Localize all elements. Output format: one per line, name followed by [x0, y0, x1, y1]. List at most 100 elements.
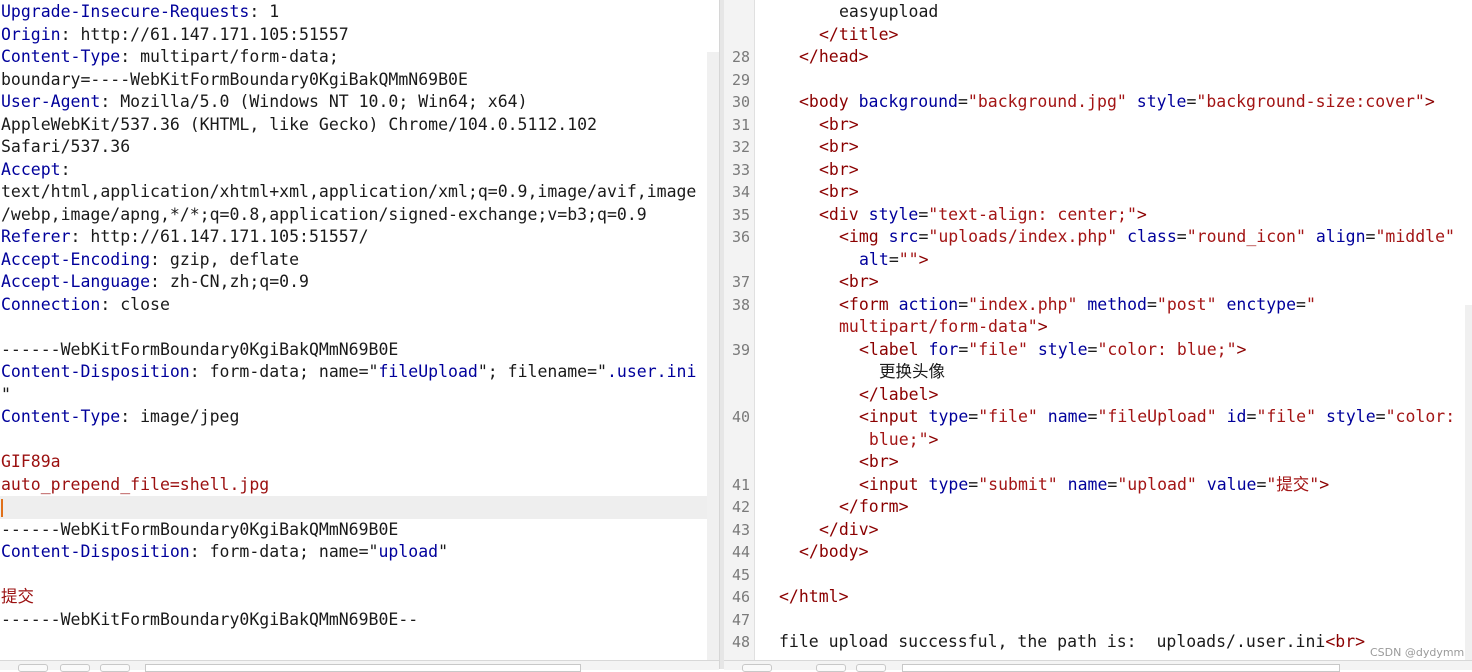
code-token: <br> [1325, 632, 1366, 651]
code-token: "middle" [1375, 227, 1455, 246]
code-token: : form-data; name=" [189, 542, 379, 561]
line-number: 34 [731, 183, 750, 201]
request-line: Connection: close [0, 294, 170, 317]
request-line: ------WebKitFormBoundary0KgiBakQMmN69B0E… [0, 609, 418, 632]
response-line: alt=""> [859, 249, 929, 272]
response-line: <br> [839, 271, 879, 294]
code-token: : multipart/form-data; [120, 47, 339, 66]
request-line: ------WebKitFormBoundary0KgiBakQMmN69B0E [0, 339, 398, 362]
code-token: > [1319, 474, 1330, 494]
request-line: User-Agent: Mozilla/5.0 (Windows NT 10.0… [0, 91, 528, 114]
code-token: Accept [1, 159, 61, 179]
code-token: : 1 [249, 2, 280, 21]
code-token: "color: blue;" [1097, 339, 1237, 359]
code-token: = [1146, 294, 1157, 314]
code-token: for [928, 339, 959, 359]
code-token: value [1206, 474, 1257, 494]
code-token: easyupload [839, 2, 939, 21]
response-line: </title> [819, 24, 898, 47]
response-line: <br> [859, 451, 899, 474]
code-token: name [1047, 407, 1088, 426]
code-token: = [968, 407, 979, 426]
code-token: Accept-Language [1, 272, 151, 291]
response-next-button[interactable] [856, 664, 886, 672]
request-line: ------WebKitFormBoundary0KgiBakQMmN69B0E [0, 519, 398, 542]
response-scrollbar[interactable] [1465, 305, 1472, 660]
request-line: Content-Type: image/jpeg [0, 406, 239, 429]
response-search-input[interactable] [902, 664, 1340, 672]
line-number: 38 [731, 295, 750, 314]
response-prev-button[interactable] [816, 664, 846, 672]
code-token: "file" [1256, 407, 1317, 426]
code-token: Safari/537.36 [1, 137, 131, 156]
line-number: 48 [731, 633, 750, 651]
code-token: 更换头像 [879, 362, 945, 381]
request-line: AppleWebKit/537.36 (KHTML, like Gecko) C… [0, 114, 597, 137]
code-token: = [1296, 294, 1306, 314]
code-token: Content-Type [1, 407, 121, 426]
code-token: </html> [779, 587, 849, 606]
code-token: = [1375, 407, 1386, 426]
response-line: </form> [839, 496, 909, 519]
code-token: "text-align: center;" [928, 204, 1137, 224]
line-number: 35 [731, 205, 750, 224]
code-token: "post" [1156, 294, 1217, 314]
code-token: </form> [839, 497, 909, 516]
line-number: 29 [731, 70, 750, 89]
request-settings-button[interactable] [18, 664, 48, 672]
line-number: 37 [731, 273, 750, 291]
code-token: file upload successful, the path is: upl… [779, 632, 1326, 651]
code-token: = [1365, 227, 1376, 246]
code-token: AppleWebKit/537.36 (KHTML, like Gecko) C… [1, 114, 598, 134]
code-token: : image/jpeg [120, 407, 240, 426]
code-token: "upload" [1117, 474, 1197, 494]
response-line: <div style="text-align: center;"> [819, 204, 1147, 227]
code-token: " [1305, 294, 1316, 314]
code-token: alt [859, 249, 889, 269]
code-token: <br> [819, 182, 859, 201]
code-token: id [1226, 407, 1247, 426]
response-line: <br> [819, 114, 859, 137]
code-token: type [928, 407, 969, 426]
code-token: multipart/form-data" [839, 317, 1038, 336]
code-token: = [958, 294, 969, 314]
code-token: type [928, 474, 969, 494]
request-line: Accept-Language: zh-CN,zh;q=0.9 [0, 271, 309, 294]
code-token: > [1037, 317, 1048, 336]
response-line: <img src="uploads/index.php" class="roun… [839, 226, 1455, 249]
code-token: src [888, 227, 919, 246]
request-line: Safari/537.36 [0, 136, 130, 159]
request-scrollbar[interactable] [707, 52, 719, 662]
code-token: class [1127, 227, 1177, 246]
request-line: 提交 [0, 586, 34, 609]
code-token: enctype [1226, 294, 1297, 314]
response-editor-pane[interactable]: easyupload </title> 28 </head> 29 30 <body bac… [724, 0, 1472, 669]
code-token: </title> [819, 24, 899, 44]
request-line [0, 564, 1, 587]
code-token: Content-Disposition [1, 542, 190, 561]
code-token: Referer [1, 227, 71, 246]
code-token: <input [859, 407, 929, 426]
code-token: Content-Type [1, 47, 121, 66]
code-token: = [1186, 92, 1197, 111]
response-line: easyupload [839, 1, 938, 24]
code-token: Origin [1, 24, 61, 44]
response-settings-button[interactable] [742, 664, 772, 672]
code-token: 提交 [1, 587, 34, 606]
code-token: background [858, 92, 958, 111]
code-token: <label [859, 339, 929, 359]
code-token: ------WebKitFormBoundary0KgiBakQMmN69B0E… [1, 609, 419, 629]
code-token: Content-Disposition [1, 362, 190, 381]
code-token: <br> [859, 452, 899, 471]
request-editor-pane[interactable]: Upgrade-Insecure-Requests: 1 Origin: http… [0, 0, 719, 669]
code-token: "background-size:cover" [1196, 92, 1425, 111]
request-next-button[interactable] [100, 664, 130, 672]
request-search-input[interactable] [145, 664, 581, 672]
request-prev-button[interactable] [60, 664, 90, 672]
code-token: " [1, 384, 11, 404]
